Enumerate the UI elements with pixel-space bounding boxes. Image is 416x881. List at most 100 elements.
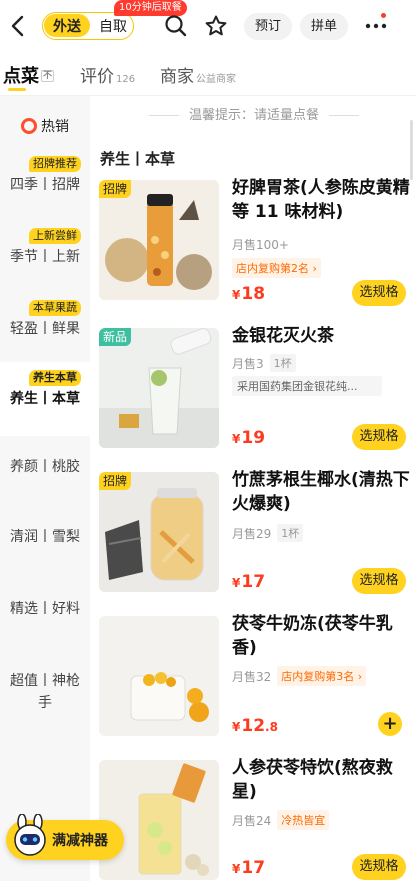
product-item[interactable]: 招牌 好脾胃茶(人参陈皮黄精等 11 味材料) 月售100+ 店内复购第2名 ›… (90, 178, 416, 320)
sidebar-item-label: 清润丨雪梨 (10, 529, 80, 545)
product-image[interactable]: 招牌 (99, 180, 219, 300)
signature-badge: 招牌 (99, 472, 132, 490)
product-meta: 月售3 1杯 (232, 354, 296, 372)
mode-pickup[interactable]: 自取 (93, 14, 133, 37)
sidebar-item-label: 四季丨招牌 (10, 177, 80, 193)
back-icon[interactable] (6, 12, 28, 40)
sidebar-item-label: 季节丨上新 (10, 249, 80, 265)
new-badge: 新品 (99, 328, 132, 346)
product-image[interactable] (99, 616, 219, 736)
mode-delivery[interactable]: 外送 (44, 14, 90, 37)
price-value: 18 (241, 284, 266, 304)
mascot-icon (10, 813, 50, 858)
tab-order-badge: 不 (41, 70, 55, 82)
select-spec-button[interactable]: 选规格 (352, 854, 406, 880)
temperature-tag: 冷热皆宜 (277, 810, 330, 830)
top-bar: 外送 自取 10分钟后取餐 预订 拼单 (0, 0, 416, 52)
sidebar-item-herbal[interactable]: 养生本草 养生丨本草 (0, 362, 90, 436)
tab-merchant[interactable]: 商家 公益商家 (160, 62, 236, 87)
product-name: 竹蔗茅根生椰水(清热下火爆爽) (232, 470, 410, 514)
add-to-cart-button[interactable]: + (378, 712, 402, 736)
select-spec-button[interactable]: 选规格 (352, 568, 406, 594)
store-tabs: 点菜不 评价 126 商家 公益商家 (0, 52, 416, 96)
notification-dot (381, 13, 386, 18)
monthly-sales: 月售100+ (232, 238, 289, 252)
discount-helper-button[interactable]: 满减神器 (6, 813, 124, 860)
sidebar-item-label: 精选丨好料 (10, 601, 80, 617)
sidebar-item-new[interactable]: 上新尝鲜 季节丨上新 (0, 224, 90, 268)
sidebar-item-label: 热销 (41, 119, 69, 135)
price-decimal: .8 (265, 720, 278, 734)
section-title: 养生丨本草 (100, 150, 176, 168)
monthly-sales: 月售3 (232, 356, 264, 371)
tab-order[interactable]: 点菜不 (3, 62, 55, 88)
fire-icon (21, 118, 37, 134)
sidebar-item-select[interactable]: 精选丨好料 (0, 598, 90, 620)
price-value: 19 (241, 428, 266, 448)
product-price: ¥17 (232, 572, 266, 592)
tab-order-label: 点菜 (3, 66, 39, 87)
reserve-button[interactable]: 预订 (244, 13, 293, 40)
sidebar-item-label: 超值丨神枪手 (10, 673, 80, 711)
tab-reviews-label: 评价 (80, 67, 114, 87)
sidebar-item-pear[interactable]: 清润丨雪梨 (0, 526, 90, 548)
signature-badge: 招牌 (99, 180, 132, 198)
star-icon[interactable] (202, 12, 230, 40)
product-meta: 月售29 1杯 (232, 524, 304, 542)
monthly-sales: 月售29 (232, 526, 272, 541)
sidebar-item-tag: 本草果蔬 (29, 300, 81, 316)
sidebar-item-hot[interactable]: 热销 (0, 116, 90, 136)
product-image[interactable] (99, 760, 219, 880)
tab-reviews[interactable]: 评价 126 (80, 62, 135, 87)
rank-tag-text: 店内复购第3名 (281, 670, 355, 683)
product-price: ¥18 (232, 284, 266, 304)
sidebar-item-value[interactable]: 超值丨神枪手 (0, 670, 90, 714)
product-image[interactable]: 招牌 (99, 472, 219, 592)
monthly-sales: 月售24 (232, 813, 272, 828)
sidebar-item-signature[interactable]: 招牌推荐 四季丨招牌 (0, 152, 90, 196)
category-sidebar: 热销 招牌推荐 四季丨招牌 上新尝鲜 季节丨上新 本草果蔬 轻盈丨鲜果 养生本草… (0, 96, 90, 881)
product-image[interactable]: 新品 (99, 328, 219, 448)
product-meta: 月售32 店内复购第3名 › (232, 666, 367, 686)
search-icon[interactable] (162, 12, 190, 40)
product-name: 茯苓牛奶冻(茯苓牛乳香) (232, 614, 393, 658)
price-value: 12 (241, 716, 266, 736)
product-item[interactable]: 新品 金银花灭火茶 月售3 1杯 采用国药集团金银花纯... ¥19 选规格 (90, 326, 416, 468)
sidebar-item-tag: 养生本草 (29, 370, 81, 386)
scrollbar[interactable] (410, 120, 413, 180)
sidebar-item-peach-gum[interactable]: 养颜丨桃胶 (0, 456, 90, 478)
product-name: 人参茯苓特饮(熬夜救星) (232, 758, 393, 802)
rank-tag-text: 店内复购第2名 (236, 262, 309, 275)
portion-chip: 1杯 (269, 354, 296, 372)
monthly-sales: 月售32 (232, 669, 272, 684)
product-item[interactable]: 人参茯苓特饮(熬夜救星) 月售24 冷热皆宜 ¥17 选规格 (90, 758, 416, 881)
sidebar-item-fruit[interactable]: 本草果蔬 轻盈丨鲜果 (0, 296, 90, 340)
product-price: ¥19 (232, 428, 266, 448)
tab-merchant-sub: 公益商家 (196, 74, 236, 85)
sidebar-item-label: 养颜丨桃胶 (10, 459, 80, 475)
product-description: 采用国药集团金银花纯... (232, 376, 382, 396)
rank-tag: 店内复购第2名 › (232, 258, 321, 278)
product-price: ¥12.8 (232, 716, 278, 736)
product-name: 金银花灭火茶 (232, 326, 334, 346)
group-order-button[interactable]: 拼单 (300, 13, 349, 40)
sidebar-item-label: 养生丨本草 (10, 391, 80, 407)
tab-merchant-label: 商家 (160, 67, 194, 87)
sidebar-item-label: 轻盈丨鲜果 (10, 321, 80, 337)
product-meta: 月售24 冷热皆宜 (232, 810, 330, 830)
product-price: ¥17 (232, 858, 266, 878)
price-value: 17 (241, 858, 266, 878)
portion-chip: 1杯 (277, 524, 304, 542)
reminder-tip: 温馨提示：请适量点餐 (92, 104, 416, 123)
price-value: 17 (241, 572, 266, 592)
product-item[interactable]: 茯苓牛奶冻(茯苓牛乳香) 月售32 店内复购第3名 › ¥12.8 + (90, 614, 416, 756)
sidebar-item-tag: 上新尝鲜 (29, 228, 81, 244)
rank-tag: 店内复购第3名 › (277, 666, 367, 686)
sidebar-item-tag: 招牌推荐 (29, 156, 81, 172)
product-item[interactable]: 招牌 竹蔗茅根生椰水(清热下火爆爽) 月售29 1杯 ¥17 选规格 (90, 470, 416, 612)
select-spec-button[interactable]: 选规格 (352, 280, 406, 306)
product-meta: 月售100+ (232, 236, 289, 253)
active-tab-indicator (8, 88, 26, 91)
delivery-mode-toggle[interactable]: 外送 自取 (42, 12, 134, 40)
select-spec-button[interactable]: 选规格 (352, 424, 406, 450)
